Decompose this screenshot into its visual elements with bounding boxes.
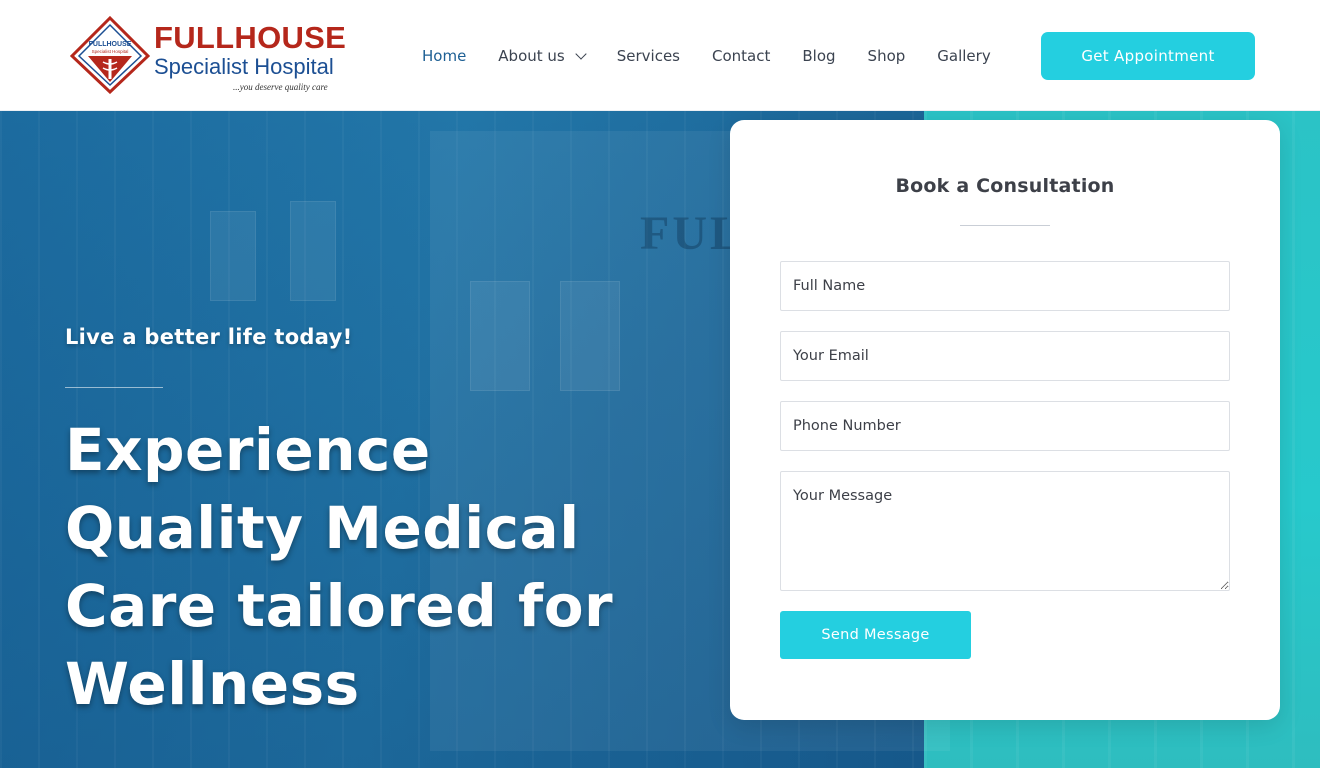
send-message-button[interactable]: Send Message xyxy=(780,611,971,659)
nav-item-label: Blog xyxy=(802,47,836,65)
brand-tagline: ...you deserve quality care xyxy=(233,82,328,92)
form-title-divider xyxy=(960,225,1050,226)
get-appointment-button[interactable]: Get Appointment xyxy=(1041,32,1255,80)
nav-item-label: Gallery xyxy=(937,47,991,65)
message-textarea[interactable] xyxy=(780,471,1230,591)
nav-item-label: Shop xyxy=(867,47,906,65)
nav-item-shop[interactable]: Shop xyxy=(868,44,906,68)
nav-item-label: Contact xyxy=(712,47,771,65)
consultation-form-card: Book a Consultation Send Message xyxy=(730,120,1280,720)
form-title: Book a Consultation xyxy=(895,175,1115,197)
hero-section: FUL Live a better life today! Experience… xyxy=(0,111,1320,768)
site-header: FULLHOUSE Specialist Hospital FULLHOUSE … xyxy=(0,0,1320,111)
nav-item-gallery[interactable]: Gallery xyxy=(937,44,990,68)
chevron-down-icon xyxy=(575,47,587,60)
nav-item-about-us[interactable]: About us xyxy=(498,44,587,68)
kicker-divider xyxy=(65,387,163,388)
building-window xyxy=(290,201,336,301)
site-logo[interactable]: FULLHOUSE Specialist Hospital FULLHOUSE … xyxy=(70,16,346,94)
hero-kicker: Live a better life today! xyxy=(65,325,353,349)
logo-mark-label: FULLHOUSE xyxy=(89,41,132,48)
phone-input[interactable] xyxy=(780,401,1230,451)
email-input[interactable] xyxy=(780,331,1230,381)
brand-subtitle: Specialist Hospital xyxy=(154,54,334,79)
brand-name: FULLHOUSE xyxy=(154,20,347,55)
nav-item-contact[interactable]: Contact xyxy=(712,44,770,68)
hero-headline: Experience Quality Medical Care tailored… xyxy=(65,416,614,718)
main-nav: Home About us Services Contact Blog Shop… xyxy=(422,44,1023,68)
nav-item-label: Home xyxy=(422,47,467,65)
nav-item-blog[interactable]: Blog xyxy=(802,44,835,68)
hospital-logo-icon: FULLHOUSE Specialist Hospital xyxy=(70,16,150,94)
building-window xyxy=(210,211,256,301)
nav-item-home[interactable]: Home xyxy=(422,44,466,68)
logo-mark-sub: Specialist Hospital xyxy=(92,49,129,54)
building-window xyxy=(560,281,620,391)
nav-item-services[interactable]: Services xyxy=(617,44,680,68)
nav-item-label: About us xyxy=(498,47,565,65)
building-window xyxy=(470,281,530,391)
nav-item-label: Services xyxy=(616,47,681,65)
full-name-input[interactable] xyxy=(780,261,1230,311)
